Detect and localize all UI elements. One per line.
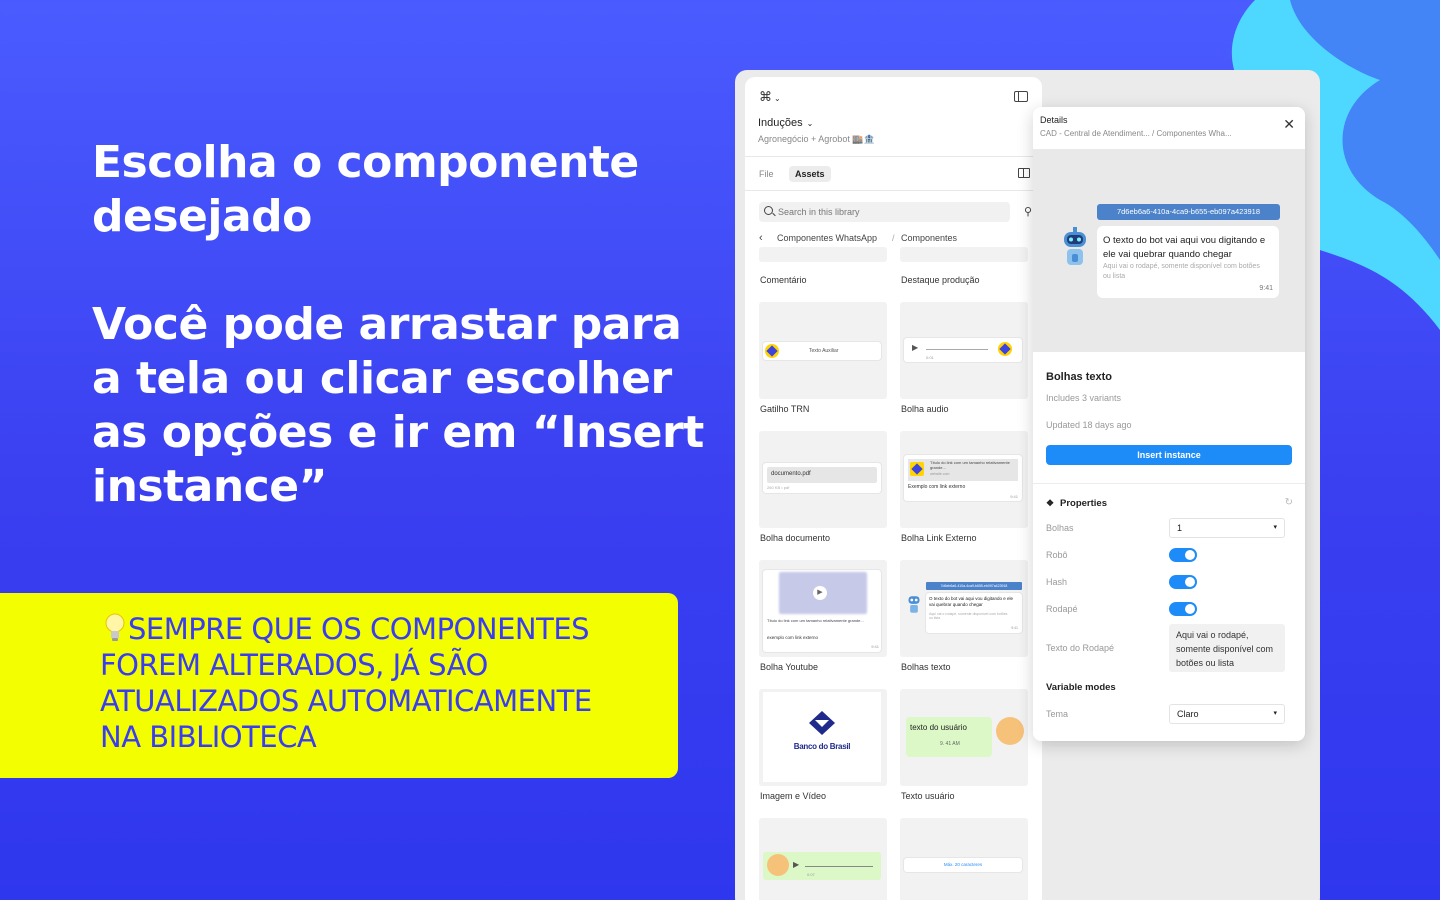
asset-label: Bolha Link Externo [901,533,977,543]
asset-tile-link-externo[interactable]: Título do link com um tamanho relativame… [900,431,1028,528]
prop-label-tema: Tema [1046,709,1069,719]
asset-label: Bolha audio [901,404,949,414]
component-name: Bolhas texto [1046,371,1113,383]
headline: Escolha o componente desejado Você pode … [92,136,712,514]
avatar [996,717,1024,745]
prop-label-hash: Hash [1046,577,1068,587]
tab-file[interactable]: File [753,166,780,182]
message-bubble: O texto do bot vai aqui vou digitando e … [1097,226,1279,298]
asset-tile-imagem-video[interactable]: Banco do Brasil [759,689,887,786]
asset-label: Bolha Youtube [760,662,819,672]
variants-count: Includes 3 variants [1046,393,1122,403]
avatar [767,854,789,876]
prop-label-rodape: Rodapé [1046,604,1078,614]
info-note: SEMPRE QUE OS COMPONENTES FOREM ALTERADO… [0,593,678,778]
texto-rodape-field[interactable]: Aqui vai o rodapé, somente disponível co… [1169,624,1285,672]
tema-select[interactable]: Claro ▾ [1169,704,1285,724]
bank-logo-icon [998,342,1012,356]
search-input[interactable]: Search in this library [759,202,1010,222]
asset-tile-audio-usuario[interactable]: ▶ 0:07 [759,818,887,900]
asset-tile-documento[interactable]: documento.pdf 260 KB • pdf [759,431,887,528]
lightbulb-icon [105,613,125,641]
asset-tile-youtube[interactable]: ▶ Título do link com um tamanho relativa… [759,560,887,657]
bank-logo-icon [809,711,835,735]
library-book-icon[interactable] [1018,168,1030,178]
asset-label: Comentário [760,275,807,285]
details-title: Details [1040,115,1068,125]
properties-heading: ❖ Properties [1046,498,1107,509]
headline-line-2: Você pode arrastar para a tela ou clicar… [92,299,704,512]
hash-toggle[interactable] [1169,575,1197,589]
breadcrumb-item: Componentes [901,233,958,243]
search-icon [764,206,773,215]
asset-label: Bolhas texto [901,662,951,672]
robot-icon [908,596,920,613]
close-icon[interactable]: ✕ [1283,117,1295,131]
insert-instance-button[interactable]: Insert instance [1046,445,1292,465]
figma-menu-icon[interactable]: ⌘ ⌄ [759,89,781,105]
rodape-toggle[interactable] [1169,602,1197,616]
project-name: Agronegócio + Agrobot 🏬🏦 [758,134,875,144]
chevron-down-icon: ▾ [1273,524,1277,531]
robot-icon [1064,227,1086,265]
details-path: CAD - Central de Atendiment... / Compone… [1040,129,1232,138]
asset-label: Imagem e Vídeo [760,791,827,801]
file-name[interactable]: Induções ⌄ [758,117,813,129]
component-properties-icon: ❖ [1046,498,1055,508]
prop-label-robo: Robô [1046,550,1068,560]
reset-icon[interactable]: ↻ [1285,497,1293,508]
breadcrumb-item[interactable]: Componentes WhatsApp [777,233,877,243]
asset-label: Texto usuário [901,791,955,801]
asset-tile-audio[interactable]: ▶ 0:01 [900,302,1028,399]
variable-modes-heading: Variable modes [1046,682,1116,693]
prop-label-texto-rodape: Texto do Rodapé [1046,643,1115,653]
asset-tile-gatilho[interactable]: Texto Auxiliar [759,302,887,399]
bank-logo-icon [910,462,924,476]
asset-label: Gatilho TRN [760,404,810,414]
asset-tile-texto-usuario[interactable]: texto do usuário 9. 41 AM [900,689,1028,786]
info-note-text: SEMPRE QUE OS COMPONENTES FOREM ALTERADO… [100,612,592,754]
asset-label: Bolha documento [760,533,831,543]
prop-label-bolhas: Bolhas [1046,523,1074,533]
updated-text: Updated 18 days ago [1046,420,1132,430]
play-icon: ▶ [813,586,827,600]
filter-icon[interactable]: ⚲ [1024,205,1032,218]
back-chevron-icon[interactable]: ‹ [759,232,763,244]
asset-label: Destaque produção [901,275,980,285]
asset-tile-bolhas-texto[interactable]: 7d6eb6a6-410a-4ca9-b655-eb097a423918 O t… [900,560,1028,657]
chevron-down-icon: ▾ [1273,710,1277,717]
details-panel: Details CAD - Central de Atendiment... /… [1033,107,1305,741]
bank-logo-icon [765,344,779,358]
bolhas-select[interactable]: 1 ▾ [1169,518,1285,538]
play-icon: ▶ [912,343,919,352]
asset-tile[interactable] [759,247,887,262]
hash-badge: 7d6eb6a6-410a-4ca9-b655-eb097a423918 [1097,204,1280,220]
asset-tile[interactable] [900,247,1028,262]
sidebar-toggle-icon[interactable] [1014,91,1028,102]
asset-tile-botao[interactable]: Máx. 20 caracteres [900,818,1028,900]
robo-toggle[interactable] [1169,548,1197,562]
headline-line-1: Escolha o componente desejado [92,137,639,242]
tab-assets[interactable]: Assets [789,166,831,182]
play-icon: ▶ [793,860,800,869]
component-preview: 7d6eb6a6-410a-4ca9-b655-eb097a423918 O t… [1033,149,1305,352]
assets-panel: ⌘ ⌄ Induções ⌄ Agronegócio + Agrobot 🏬🏦 Fi… [745,77,1042,900]
